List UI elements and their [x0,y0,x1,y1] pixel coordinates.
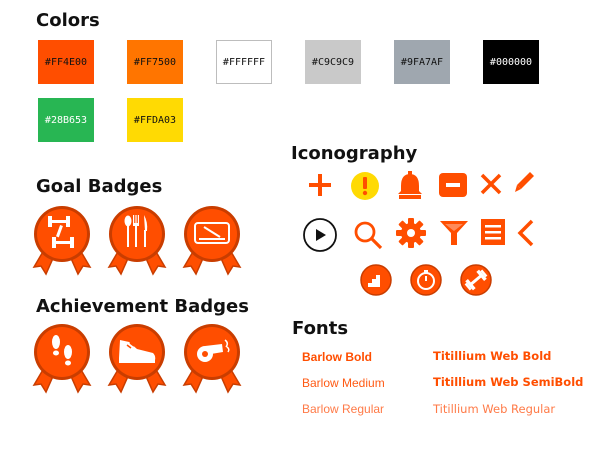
plus-icon [309,174,331,196]
bell-icon [398,171,422,199]
color-swatch-slate-gray: #9FA7AF [394,40,450,84]
exclamation-icon [351,172,379,200]
achievement-badge-whistle [182,324,242,394]
color-swatch-white: #FFFFFF [216,40,272,84]
font-sample-titillium-semibold: Titillium Web SemiBold [433,375,584,389]
play-icon [303,218,337,252]
font-sample-barlow-bold: Barlow Bold [302,350,373,364]
font-sample-barlow-regular: Barlow Regular [302,402,385,416]
colors-heading: Colors [36,10,100,31]
goal-badge-dining [107,206,167,276]
chevron-left-icon [517,219,534,247]
font-sample-titillium-bold: Titillium Web Bold [433,349,552,363]
color-swatch-orange-red: #FF4E00 [38,40,94,84]
color-swatch-black: #000000 [483,40,539,84]
minus-icon [439,173,467,197]
stopwatch-icon [410,264,442,296]
achievement-badge-footprints [32,324,92,394]
dumbbell-icon [460,264,492,296]
color-swatch-yellow: #FFDA03 [127,98,183,142]
fonts-heading: Fonts [292,318,349,339]
goal-badge-scale [182,206,242,276]
achievement-badge-sneaker [107,324,167,394]
color-swatch-orange: #FF7500 [127,40,183,84]
pencil-icon [515,172,534,192]
achievement-badges-heading: Achievement Badges [36,296,249,317]
filter-icon [440,221,468,245]
color-swatch-light-gray: #C9C9C9 [305,40,361,84]
font-sample-barlow-medium: Barlow Medium [302,376,385,390]
search-icon [354,221,383,250]
color-swatch-green: #28B653 [38,98,94,142]
font-sample-titillium-regular: Titillium Web Regular [433,402,556,416]
stairs-icon [360,264,392,296]
goal-badge-dumbbells [32,206,92,276]
goal-badges-heading: Goal Badges [36,176,163,197]
gear-icon [396,218,426,248]
iconography-heading: Iconography [291,143,418,164]
list-icon [481,219,505,245]
close-icon [480,173,502,195]
